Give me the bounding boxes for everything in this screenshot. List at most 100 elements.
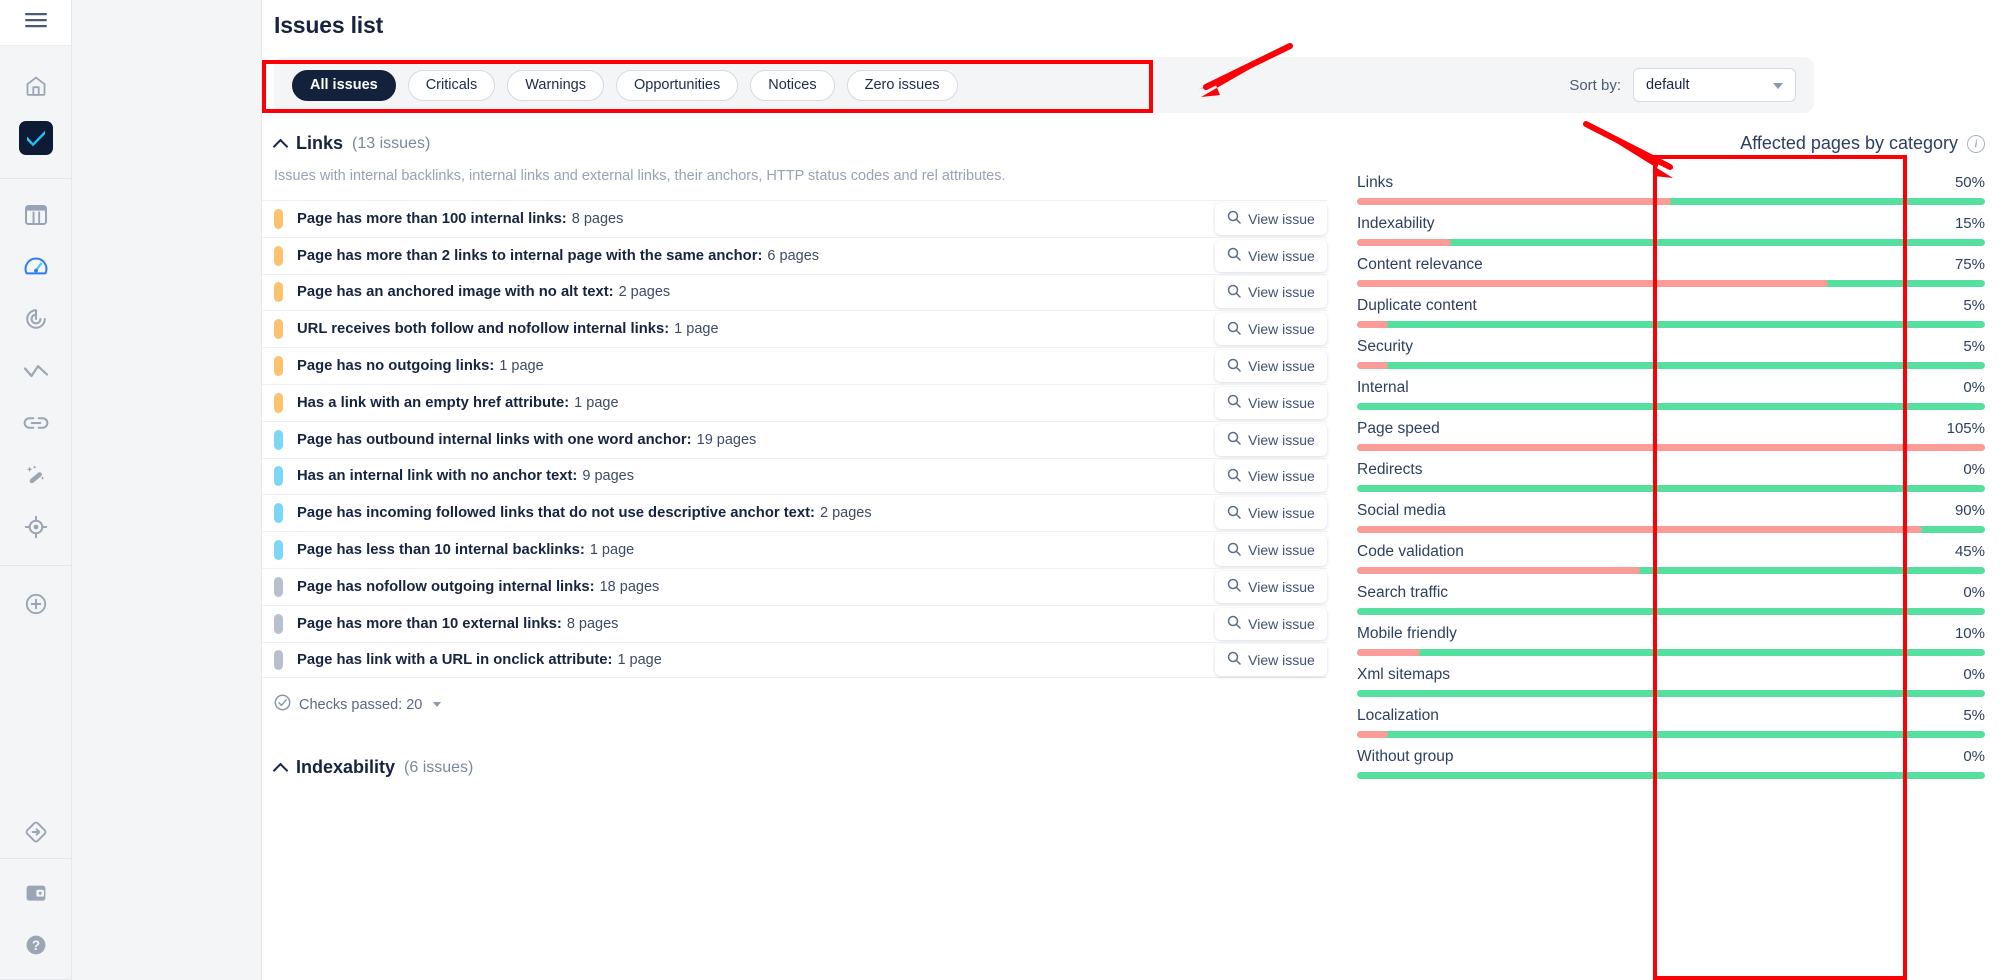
sidebar-item-home[interactable] <box>0 60 72 112</box>
sidebar-item-analytics[interactable] <box>0 345 72 397</box>
view-issue-button[interactable]: View issue <box>1215 239 1327 272</box>
magic-wand-icon[interactable] <box>24 463 48 487</box>
category-name: Content relevance <box>1357 256 1483 273</box>
category-row: Security 5% <box>1357 334 1985 362</box>
category-item: Localization 5% <box>1357 703 1985 738</box>
view-issue-button[interactable]: View issue <box>1215 534 1327 567</box>
sidebar-item-dashboard[interactable] <box>0 241 72 293</box>
category-item: Code validation 45% <box>1357 539 1985 574</box>
table-columns-icon[interactable] <box>24 204 48 226</box>
issue-row[interactable]: Page has no outgoing links: 1 page View is… <box>262 347 1327 384</box>
group-header-links[interactable]: Links (13 issues) <box>262 121 1327 154</box>
target-rank-icon[interactable] <box>24 307 48 331</box>
dashboard-gauge-icon[interactable] <box>24 255 48 279</box>
category-row: Social media 90% <box>1357 498 1985 526</box>
info-circle-icon[interactable]: i <box>1967 134 1985 153</box>
issue-page-count: 8 pages <box>571 210 624 227</box>
sidebar-item-rank-tracker[interactable] <box>0 293 72 345</box>
sidebar-item-site-audit[interactable] <box>0 112 72 164</box>
view-issue-button[interactable]: View issue <box>1215 350 1327 383</box>
home-icon[interactable] <box>24 74 48 98</box>
sidebar-item-backlinks[interactable] <box>0 397 72 449</box>
issue-row[interactable]: Page has link with a URL in onclick attr… <box>262 641 1327 679</box>
issue-page-count: 1 page <box>589 542 635 559</box>
plus-circle-icon[interactable] <box>24 592 48 616</box>
checks-passed-toggle[interactable]: Checks passed: 20 <box>262 678 1327 715</box>
severity-indicator-neutral <box>274 649 283 670</box>
filter-pill-zero-issues[interactable]: Zero issues <box>846 69 958 101</box>
category-row: Internal 0% <box>1357 375 1985 403</box>
sidebar-item-competitors[interactable] <box>0 501 72 553</box>
sidebar-item-shortcuts[interactable] <box>0 806 72 858</box>
category-progress-track <box>1357 444 1985 451</box>
sidebar-item-projects[interactable] <box>0 189 72 241</box>
issue-row[interactable]: Page has more than 2 links to internal p… <box>262 236 1327 274</box>
category-percent: 5% <box>1963 707 1985 724</box>
filter-pill-criticals[interactable]: Criticals <box>407 69 496 101</box>
view-issue-button[interactable]: View issue <box>1215 570 1327 603</box>
category-progress-fill <box>1357 567 1640 574</box>
issue-row[interactable]: Page has outbound internal links with on… <box>262 420 1327 458</box>
chevron-up-icon[interactable] <box>274 761 287 774</box>
view-issue-button[interactable]: View issue <box>1215 607 1327 640</box>
view-issue-button[interactable]: View issue <box>1215 202 1327 235</box>
category-progress-track <box>1357 649 1985 656</box>
link-chain-icon[interactable] <box>23 415 49 431</box>
view-issue-button[interactable]: View issue <box>1215 497 1327 530</box>
category-name: Links <box>1357 174 1394 191</box>
filter-pill-notices[interactable]: Notices <box>750 69 835 101</box>
analytics-line-icon[interactable] <box>23 362 49 380</box>
content-columns: Links (13 issues) Issues with internal b… <box>262 121 1999 785</box>
diamond-arrow-icon[interactable] <box>24 820 48 844</box>
severity-indicator-warning <box>274 245 283 266</box>
chevron-up-icon[interactable] <box>274 137 287 150</box>
chevron-down-icon[interactable] <box>1773 83 1783 89</box>
sort-select[interactable]: default <box>1633 68 1796 102</box>
view-issue-button[interactable]: View issue <box>1215 313 1327 346</box>
filter-pill-all-issues[interactable]: All issues <box>292 69 396 101</box>
category-percent: 15% <box>1954 215 1985 232</box>
menu-toggle[interactable] <box>0 0 71 46</box>
issue-row[interactable]: Page has more than 10 external links: 8 p… <box>262 604 1327 642</box>
sort-control: Sort by: default <box>1569 68 1796 102</box>
issue-page-count: 1 page <box>499 358 544 375</box>
filter-pill-warnings[interactable]: Warnings <box>507 69 604 101</box>
issue-row[interactable]: Has an internal link with no anchor text… <box>262 457 1327 495</box>
crosshair-target-icon[interactable] <box>24 515 48 539</box>
category-item: Links 50% <box>1357 170 1985 205</box>
view-issue-button[interactable]: View issue <box>1215 276 1327 309</box>
category-item: Search traffic 0% <box>1357 580 1985 615</box>
next-group-title: Indexability <box>296 757 396 778</box>
issue-row[interactable]: Page has more than 100 internal links: 8 … <box>262 200 1327 237</box>
view-issue-button[interactable]: View issue <box>1215 460 1327 493</box>
site-audit-brand-icon[interactable] <box>18 121 53 155</box>
view-issue-button[interactable]: View issue <box>1215 423 1327 456</box>
sidebar-item-tools[interactable] <box>0 449 72 501</box>
sidebar-item-billing[interactable] <box>0 867 72 919</box>
issue-row[interactable]: Page has incoming followed links that do… <box>262 494 1327 531</box>
search-icon <box>1227 615 1241 632</box>
billing-card-icon[interactable] <box>24 882 48 904</box>
sidebar-item-add-project[interactable] <box>0 578 72 630</box>
category-progress-track <box>1357 526 1985 533</box>
category-row: Search traffic 0% <box>1357 580 1985 608</box>
view-issue-button[interactable]: View issue <box>1215 643 1327 676</box>
rail-group-footer: ? <box>0 806 71 980</box>
category-name: Code validation <box>1357 543 1464 560</box>
hamburger-menu-icon[interactable] <box>24 12 47 33</box>
issue-row[interactable]: Page has less than 10 internal backlinks… <box>262 531 1327 568</box>
sidebar-item-help[interactable]: ? <box>0 919 72 971</box>
issue-title: Has a link with an empty href attribute: <box>297 394 570 411</box>
group-header-indexability[interactable]: Indexability (6 issues) <box>262 745 1327 778</box>
issue-row[interactable]: Has a link with an empty href attribute:… <box>262 383 1327 421</box>
category-name: Search traffic <box>1357 584 1449 601</box>
issue-row[interactable]: URL receives both follow and nofollow in… <box>262 310 1327 347</box>
caret-down-icon[interactable] <box>433 702 442 708</box>
group-description: Issues with internal backlinks, internal… <box>274 168 1006 184</box>
filter-pill-opportunities[interactable]: Opportunities <box>615 69 739 101</box>
view-issue-button[interactable]: View issue <box>1215 386 1327 419</box>
category-item: Page speed 105% <box>1357 416 1985 451</box>
issue-row[interactable]: Page has nofollow outgoing internal link… <box>262 567 1327 605</box>
issue-row[interactable]: Page has an anchored image with no alt t… <box>262 273 1327 311</box>
help-question-icon[interactable]: ? <box>24 933 48 957</box>
